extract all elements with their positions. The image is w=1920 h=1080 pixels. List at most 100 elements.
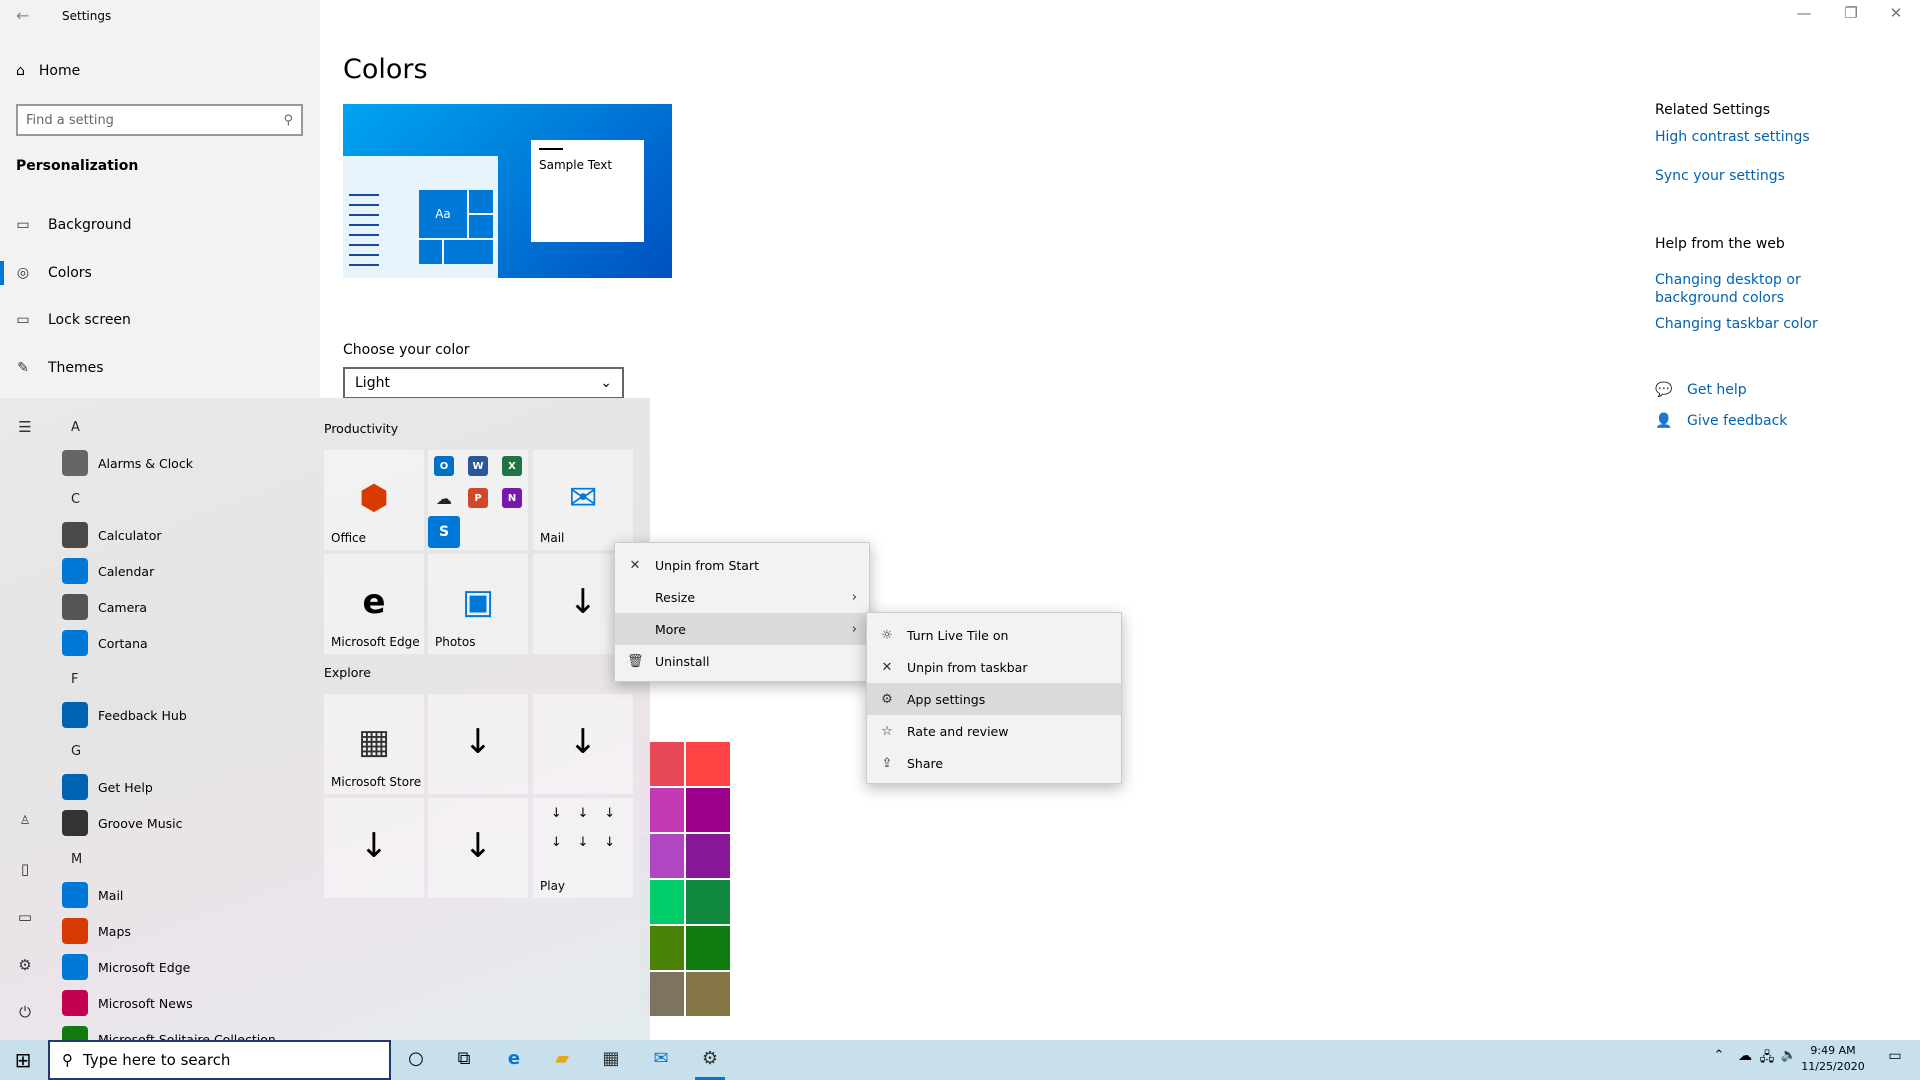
download-icon: ↓: [463, 826, 493, 866]
pictures-icon[interactable]: ▭: [14, 908, 36, 926]
excel-icon: X: [502, 456, 522, 476]
help-link-desktop-colors[interactable]: Changing desktop or background colors: [1655, 271, 1885, 307]
menu-item-more[interactable]: More ›: [615, 613, 869, 645]
settings-gear-icon[interactable]: ⚙: [14, 956, 36, 974]
edge-taskbar-icon[interactable]: e: [499, 1048, 529, 1072]
accent-color-swatch[interactable]: [686, 834, 730, 878]
give-feedback-row[interactable]: 👤 Give feedback: [1655, 413, 1787, 429]
app-list-item[interactable]: Mail: [62, 878, 123, 912]
app-list-letter[interactable]: M: [71, 852, 82, 867]
star-icon: ☆: [881, 723, 893, 739]
accent-color-swatch[interactable]: [686, 742, 730, 786]
app-list-item[interactable]: Microsoft News: [62, 986, 193, 1020]
accent-color-swatch[interactable]: [686, 972, 730, 1016]
menu-item-resize[interactable]: Resize ›: [615, 581, 869, 613]
tile-download[interactable]: ↓: [428, 694, 528, 794]
selection-indicator: [0, 261, 4, 285]
action-center-icon[interactable]: ▭: [1880, 1048, 1910, 1072]
nav-home[interactable]: ⌂ Home: [16, 63, 80, 79]
taskbar-clock[interactable]: 9:49 AM 11/25/2020: [1788, 1043, 1878, 1075]
accent-color-swatch[interactable]: [686, 788, 730, 832]
tile-label: Mail: [540, 531, 565, 545]
menu-item-rate-and-review[interactable]: ☆ Rate and review: [867, 715, 1121, 747]
download-icon: ↓: [463, 722, 493, 762]
app-list-item-label: Maps: [98, 923, 131, 939]
task-view-icon[interactable]: ⧉: [449, 1048, 479, 1072]
menu-item-uninstall[interactable]: 🗑 Uninstall: [615, 645, 869, 677]
app-list-letter[interactable]: C: [71, 492, 80, 507]
app-icon: [62, 882, 88, 908]
preview-tile: [468, 214, 494, 239]
accent-color-swatch[interactable]: [686, 926, 730, 970]
file-explorer-icon[interactable]: ▰: [547, 1048, 577, 1072]
app-list-item[interactable]: Maps: [62, 914, 131, 948]
nav-item-background[interactable]: ▭ Background: [0, 203, 320, 247]
app-list-item[interactable]: Camera: [62, 590, 147, 624]
app-list-item[interactable]: Feedback Hub: [62, 698, 187, 732]
group-title-productivity[interactable]: Productivity: [324, 421, 398, 436]
menu-item-turn-live-tile-on[interactable]: ☼ Turn Live Tile on: [867, 619, 1121, 651]
high-contrast-link[interactable]: High contrast settings: [1655, 129, 1810, 145]
app-list-item[interactable]: Microsoft Edge: [62, 950, 190, 984]
app-list-item[interactable]: Groove Music: [62, 806, 182, 840]
tile-edge[interactable]: e Microsoft Edge: [324, 554, 424, 654]
taskbar-search-box[interactable]: ⚲ Type here to search: [48, 1040, 391, 1080]
nav-item-lock-screen[interactable]: ▭ Lock screen: [0, 298, 320, 342]
tile-mail[interactable]: ✉ Mail: [533, 450, 633, 550]
menu-item-unpin-from-taskbar[interactable]: ✕ Unpin from taskbar: [867, 651, 1121, 683]
restore-button[interactable]: ❐: [1839, 4, 1863, 22]
nav-item-colors[interactable]: ◎ Colors: [0, 251, 320, 295]
choose-color-dropdown[interactable]: Light ⌄: [343, 367, 624, 399]
get-help-row[interactable]: 💬 Get help: [1655, 382, 1747, 398]
page-title: Colors: [343, 54, 428, 85]
hamburger-icon[interactable]: ☰: [14, 418, 36, 436]
clock-time: 9:49 AM: [1810, 1044, 1856, 1057]
tile-play-folder[interactable]: ↓ ↓ ↓ ↓ ↓ ↓ Play: [533, 798, 633, 898]
tile-photos[interactable]: ▣ Photos: [428, 554, 528, 654]
app-icon: [62, 954, 88, 980]
app-list-item[interactable]: Calendar: [62, 554, 154, 588]
help-link-taskbar-color[interactable]: Changing taskbar color: [1655, 316, 1818, 332]
user-icon[interactable]: ♙: [14, 813, 36, 827]
app-list-item-label: Get Help: [98, 779, 153, 795]
accent-color-swatch[interactable]: [686, 880, 730, 924]
mail-taskbar-icon[interactable]: ✉: [646, 1048, 676, 1072]
menu-item-unpin-from-start[interactable]: ✕ Unpin from Start: [615, 549, 869, 581]
menu-item-share[interactable]: ⇪ Share: [867, 747, 1121, 779]
minimize-button[interactable]: —: [1792, 4, 1816, 22]
find-setting-placeholder: Find a setting: [26, 112, 114, 128]
app-list-item[interactable]: Calculator: [62, 518, 161, 552]
tile-download[interactable]: ↓: [533, 694, 633, 794]
tile-office[interactable]: ⬢ Office: [324, 450, 424, 550]
app-list-item[interactable]: Get Help: [62, 770, 153, 804]
power-icon[interactable]: ⏻: [14, 1003, 36, 1021]
tile-download[interactable]: ↓: [428, 798, 528, 898]
cortana-circle-icon[interactable]: ○: [401, 1048, 431, 1072]
sample-text-window: Sample Text: [531, 140, 644, 242]
give-feedback-link[interactable]: Give feedback: [1687, 413, 1787, 429]
nav-item-label: Colors: [48, 265, 92, 281]
app-list-letter[interactable]: G: [71, 744, 81, 759]
tile-download[interactable]: ↓: [324, 798, 424, 898]
get-help-link[interactable]: Get help: [1687, 382, 1747, 398]
palette-icon: ◎: [16, 265, 30, 281]
menu-item-app-settings[interactable]: ⚙ App settings: [867, 683, 1121, 715]
group-title-explore[interactable]: Explore: [324, 665, 371, 680]
find-setting-input[interactable]: Find a setting ⚲: [16, 104, 303, 136]
picture-icon: ▭: [16, 217, 30, 233]
tile-store[interactable]: ▦ Microsoft Store: [324, 694, 424, 794]
settings-taskbar-icon[interactable]: ⚙: [695, 1048, 725, 1080]
back-arrow-icon[interactable]: ←: [16, 6, 29, 25]
sync-settings-link[interactable]: Sync your settings: [1655, 168, 1785, 184]
windows-start-icon[interactable]: ⊞: [8, 1048, 38, 1072]
app-list-letter[interactable]: F: [71, 672, 78, 687]
menu-item-label: App settings: [907, 691, 986, 707]
close-button[interactable]: ✕: [1884, 4, 1908, 22]
tile-office-apps-folder[interactable]: O W X ☁ P N S: [428, 450, 528, 550]
documents-icon[interactable]: ▯: [14, 860, 36, 878]
app-list-item[interactable]: Alarms & Clock: [62, 446, 193, 480]
app-list-item[interactable]: Cortana: [62, 626, 148, 660]
app-list-letter[interactable]: A: [71, 420, 80, 435]
store-taskbar-icon[interactable]: ▦: [596, 1048, 626, 1072]
nav-item-themes[interactable]: ✎ Themes: [0, 346, 320, 390]
